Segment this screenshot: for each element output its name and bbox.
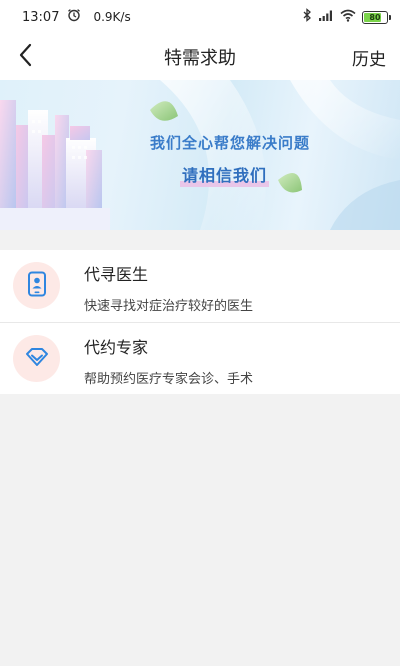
battery-level: 80 (369, 12, 381, 22)
nav-bar: 特需求助 历史 (0, 34, 400, 80)
history-link[interactable]: 历史 (352, 45, 386, 70)
wifi-icon (340, 9, 356, 26)
list-item-find-doctor[interactable]: 代寻医生 快速寻找对症治疗较好的医生 (0, 250, 400, 322)
service-title: 代约专家 (84, 338, 149, 357)
status-bar: 13:07 0.9K/s 80 (0, 0, 400, 34)
chevron-left-icon (18, 43, 34, 71)
service-icon-background (13, 262, 60, 309)
back-button[interactable] (6, 37, 46, 77)
banner-subheadline: 请相信我们 (180, 162, 270, 187)
banner[interactable]: 我们全心帮您解决问题 请相信我们 (0, 80, 400, 230)
banner-headline: 我们全心帮您解决问题 (149, 134, 310, 152)
alarm-icon (67, 8, 81, 26)
battery-icon: 80 (362, 10, 391, 24)
banner-illustration (0, 80, 400, 230)
service-description: 帮助预约医疗专家会诊、手术 (84, 372, 254, 387)
status-left: 13:07 0.9K/s (22, 8, 131, 26)
doctor-phone-icon (27, 271, 47, 301)
service-list: 代寻医生 快速寻找对症治疗较好的医生 代约专家 帮助预约医疗专家会诊、手术 (0, 250, 400, 394)
diamond-icon (25, 347, 49, 371)
service-icon-background (13, 335, 60, 382)
service-title: 代寻医生 (84, 265, 149, 284)
status-right: 80 (302, 8, 391, 26)
page-title: 特需求助 (164, 48, 236, 69)
list-item-book-expert[interactable]: 代约专家 帮助预约医疗专家会诊、手术 (0, 322, 400, 394)
signal-icon (318, 9, 334, 26)
bluetooth-icon (302, 8, 312, 26)
service-description: 快速寻找对症治疗较好的医生 (84, 299, 254, 314)
status-time: 13:07 (22, 9, 60, 25)
network-speed: 0.9K/s (93, 10, 131, 24)
